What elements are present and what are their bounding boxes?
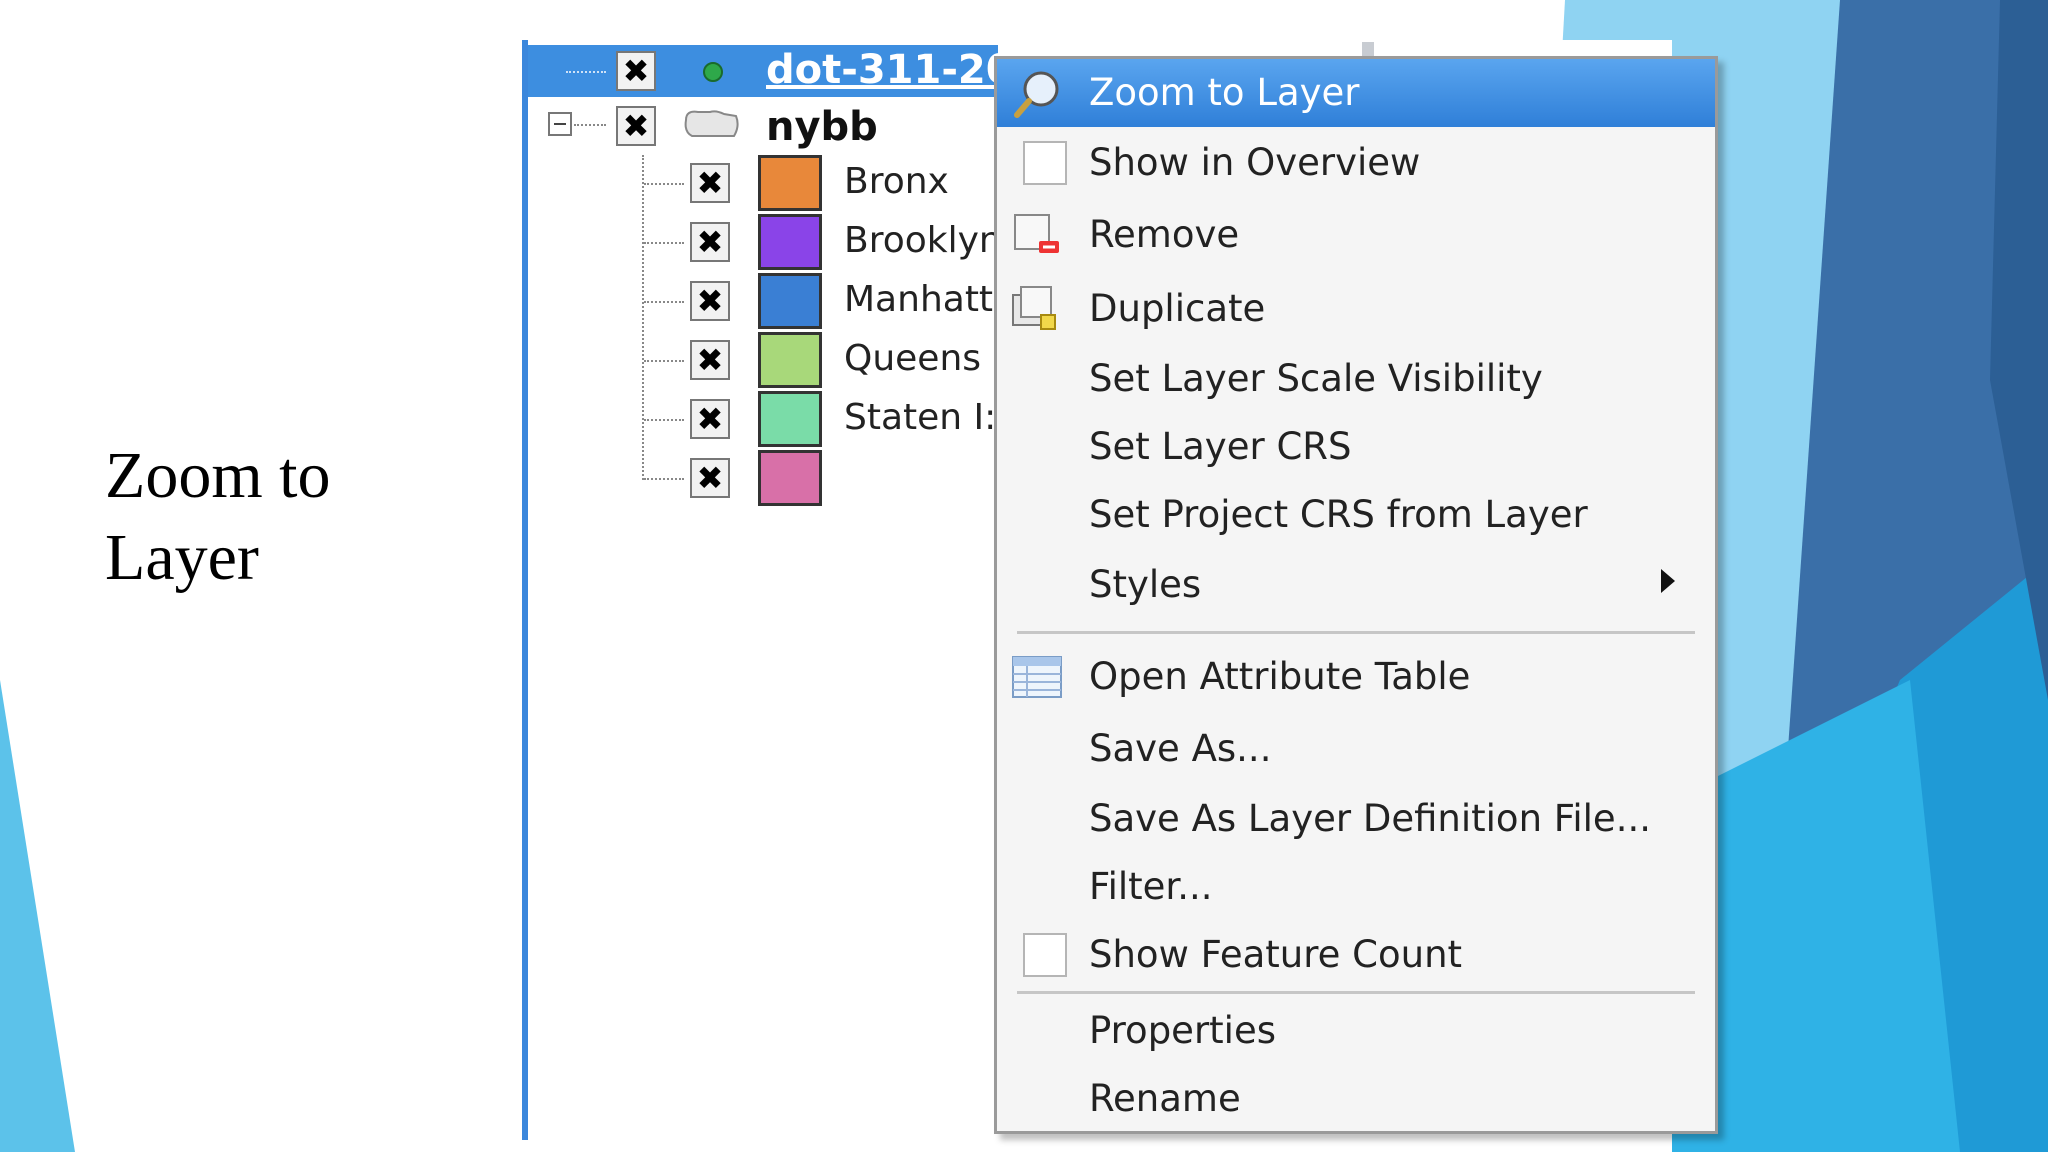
child-visibility-checkbox[interactable] xyxy=(690,281,730,321)
child-label[interactable]: Bronx xyxy=(844,161,949,202)
tree-connector xyxy=(644,478,684,480)
tree-connector xyxy=(644,242,684,244)
menu-item-set-layer-crs[interactable]: Set Layer CRS xyxy=(997,413,1715,481)
bg-shape-left xyxy=(0,680,75,1152)
symbol-swatch xyxy=(758,155,822,211)
menu-label: Styles xyxy=(1089,563,1202,606)
menu-item-properties[interactable]: Properties xyxy=(997,997,1715,1065)
menu-separator xyxy=(1017,631,1695,634)
tree-row-child[interactable]: Brooklyn xyxy=(528,214,1002,270)
symbol-swatch xyxy=(758,450,822,506)
menu-label: Duplicate xyxy=(1089,287,1266,330)
tree-row-child[interactable]: Queens xyxy=(528,332,998,388)
remove-layer-icon xyxy=(1014,214,1059,253)
tree-row-selected-layer[interactable]: dot-311-20 xyxy=(528,45,1014,97)
tree-connector xyxy=(644,419,684,421)
symbol-swatch xyxy=(758,273,822,329)
layer-context-menu: Zoom to Layer Show in Overview Remove Du… xyxy=(994,56,1718,1134)
child-label[interactable]: Staten I: xyxy=(844,397,996,438)
menu-label: Properties xyxy=(1089,1009,1276,1052)
menu-label: Show in Overview xyxy=(1089,141,1421,184)
duplicate-layer-icon xyxy=(1012,286,1056,330)
group-icon xyxy=(684,110,739,137)
menu-item-save-as-layer-definition[interactable]: Save As Layer Definition File... xyxy=(997,785,1715,853)
menu-label: Set Layer Scale Visibility xyxy=(1089,357,1543,400)
checkbox-icon[interactable] xyxy=(1023,141,1067,185)
tree-connector xyxy=(644,301,684,303)
point-layer-icon xyxy=(703,62,723,82)
checkbox-icon[interactable] xyxy=(1023,933,1067,977)
menu-item-open-attribute-table[interactable]: Open Attribute Table xyxy=(997,643,1715,711)
zoom-icon xyxy=(1014,71,1059,118)
menu-label: Open Attribute Table xyxy=(1089,655,1471,698)
menu-item-styles[interactable]: Styles xyxy=(997,551,1715,619)
menu-item-zoom-to-layer[interactable]: Zoom to Layer xyxy=(997,59,1715,127)
submenu-arrow-icon xyxy=(1661,569,1675,593)
layer-visibility-checkbox[interactable] xyxy=(616,51,656,91)
child-visibility-checkbox[interactable] xyxy=(690,163,730,203)
menu-separator xyxy=(1017,991,1695,994)
menu-label: Filter... xyxy=(1089,865,1213,908)
tree-connector xyxy=(566,71,606,73)
child-label[interactable]: Brooklyn xyxy=(844,220,1002,261)
tree-row-child[interactable]: Staten I: xyxy=(528,391,998,447)
menu-item-set-project-crs[interactable]: Set Project CRS from Layer xyxy=(997,481,1715,549)
tree-row-child[interactable]: Manhatt xyxy=(528,273,998,329)
menu-label: Rename xyxy=(1089,1077,1241,1120)
menu-item-save-as[interactable]: Save As... xyxy=(997,715,1715,783)
tree-row-group[interactable]: nybb xyxy=(528,100,998,156)
symbol-swatch xyxy=(758,214,822,270)
menu-label: Set Layer CRS xyxy=(1089,425,1352,468)
menu-label: Save As... xyxy=(1089,727,1272,770)
tree-row-child[interactable] xyxy=(528,450,998,506)
menu-item-duplicate[interactable]: Duplicate xyxy=(997,275,1715,343)
tree-row-child[interactable]: Bronx xyxy=(528,155,998,211)
menu-item-show-in-overview[interactable]: Show in Overview xyxy=(997,129,1715,197)
tree-connector xyxy=(644,183,684,185)
child-visibility-checkbox[interactable] xyxy=(690,458,730,498)
child-label[interactable]: Queens xyxy=(844,338,981,379)
group-visibility-checkbox[interactable] xyxy=(616,106,656,146)
menu-label: Zoom to Layer xyxy=(1089,71,1360,114)
menu-item-show-feature-count[interactable]: Show Feature Count xyxy=(997,921,1715,989)
symbol-swatch xyxy=(758,332,822,388)
menu-label: Show Feature Count xyxy=(1089,933,1463,976)
collapse-icon[interactable] xyxy=(548,112,572,136)
child-label[interactable]: Manhatt xyxy=(844,279,993,320)
attribute-table-icon xyxy=(1012,656,1062,698)
menu-item-filter[interactable]: Filter... xyxy=(997,853,1715,921)
menu-item-set-layer-scale-visibility[interactable]: Set Layer Scale Visibility xyxy=(997,345,1715,413)
menu-item-remove[interactable]: Remove xyxy=(997,201,1715,269)
tree-connector xyxy=(644,360,684,362)
child-visibility-checkbox[interactable] xyxy=(690,399,730,439)
symbol-swatch xyxy=(758,391,822,447)
menu-label: Remove xyxy=(1089,213,1240,256)
group-name[interactable]: nybb xyxy=(766,104,878,150)
menu-label: Set Project CRS from Layer xyxy=(1089,493,1588,536)
menu-label: Save As Layer Definition File... xyxy=(1089,797,1651,840)
child-visibility-checkbox[interactable] xyxy=(690,222,730,262)
slide-title: Zoom to Layer xyxy=(105,439,331,594)
child-visibility-checkbox[interactable] xyxy=(690,340,730,380)
layer-name[interactable]: dot-311-20 xyxy=(766,47,1014,93)
tree-connector xyxy=(574,124,606,126)
menu-item-rename[interactable]: Rename xyxy=(997,1065,1715,1133)
